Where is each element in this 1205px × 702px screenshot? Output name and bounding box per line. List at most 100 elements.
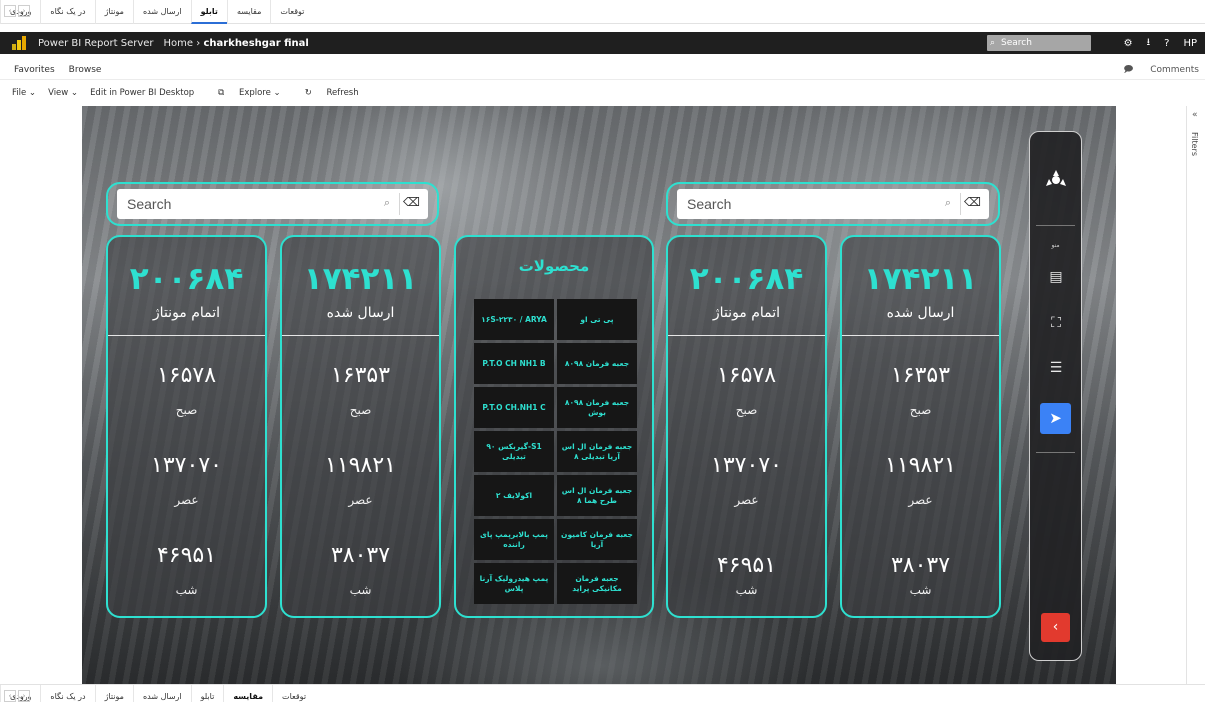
page-tab[interactable]: در یک نگاه xyxy=(40,0,94,24)
nav-favorites[interactable]: Favorites xyxy=(14,65,55,75)
kpi-total-label: اتمام مونتاژ xyxy=(712,305,781,321)
product-cell[interactable]: گیربکس ۹۰-S1 تبدیلی xyxy=(474,431,554,472)
kpi-afternoon-value: ۱۱۹۸۲۱ xyxy=(885,453,956,478)
download-icon[interactable]: ⭳ xyxy=(1147,35,1151,52)
kpi-afternoon-value: ۱۳۷۰۷۰ xyxy=(151,453,222,478)
kpi-afternoon-label: عصر xyxy=(908,493,933,507)
product-cell[interactable]: جعبه فرمان ال اس آریا تبدیلی ۸ xyxy=(557,431,637,472)
page: ‹ › توقعات مقایسه تابلو ارسال شده مونتاژ … xyxy=(0,0,1205,702)
explore-menu[interactable]: ⧉ Explore ⌄ xyxy=(206,88,281,98)
kpi-night-label: شب xyxy=(349,583,372,597)
help-icon[interactable]: ? xyxy=(1164,38,1169,49)
nav-browse[interactable]: Browse xyxy=(69,65,102,75)
page-tab[interactable]: در یک نگاه xyxy=(40,684,94,702)
next-page-icon[interactable]: › xyxy=(4,690,16,702)
scan-icon[interactable]: ⛶ xyxy=(1045,312,1067,334)
product-cell[interactable]: اکولایف ۲ xyxy=(474,475,554,516)
kpi-card-assembly-right[interactable]: ۲۰۰۶۸۴ اتمام مونتاژ ۱۶۵۷۸ صبح ۱۳۷۰۷۰ عصر… xyxy=(666,235,827,618)
product-cell[interactable]: P.T.O CH NH1 B xyxy=(474,343,554,384)
prev-page-icon[interactable]: ‹ xyxy=(18,690,30,702)
product-cell[interactable]: جعبه فرمان ۸۰۹۸ بوش xyxy=(557,387,637,428)
comment-icon: 🗩 xyxy=(1123,64,1134,75)
page-tab[interactable]: مقایسه xyxy=(226,0,270,24)
search-divider xyxy=(399,193,400,215)
explore-label: Explore ⌄ xyxy=(238,88,281,98)
kpi-total: ۱۷۴۲۱۱ xyxy=(863,261,978,297)
clipboard-icon[interactable]: ▤ xyxy=(1045,266,1067,288)
product-cell[interactable]: جعبه فرمان ال اس طرح هما ۸ xyxy=(557,475,637,516)
kpi-morning-label: صبح xyxy=(175,403,198,417)
product-cell[interactable]: پی تی او xyxy=(557,299,637,340)
filters-pane[interactable]: « Filters xyxy=(1186,106,1205,686)
collapse-icon[interactable]: « xyxy=(1192,110,1198,120)
filters-label: Filters xyxy=(1190,132,1199,156)
page-tab[interactable]: مونتاژ xyxy=(94,0,133,24)
kpi-night-value: ۳۸۰۳۷ xyxy=(890,553,951,578)
file-menu[interactable]: File ⌄ xyxy=(12,88,36,98)
breadcrumb-home[interactable]: Home xyxy=(164,38,194,49)
kpi-total-label: ارسال شده xyxy=(886,305,955,321)
kpi-morning-value: ۱۶۵۷۸ xyxy=(716,363,777,388)
page-tab[interactable]: مونتاژ xyxy=(94,684,133,702)
page-tab[interactable]: ارسال شده xyxy=(132,684,191,702)
product-cell[interactable]: P.T.O CH.NH1 C xyxy=(474,387,554,428)
send-icon[interactable]: ➤ xyxy=(1040,403,1071,434)
menu-label: منو xyxy=(1051,242,1060,249)
header-search-input[interactable]: ⌕ Search xyxy=(987,35,1091,51)
user-initials[interactable]: HP xyxy=(1183,38,1197,49)
kpi-morning-label: صبح xyxy=(909,403,932,417)
kpi-night-label: شب xyxy=(175,583,198,597)
page-tab-active[interactable]: مقایسه xyxy=(223,684,272,702)
edit-in-desktop-button[interactable]: Edit in Power BI Desktop xyxy=(90,88,194,98)
eraser-icon[interactable]: ⌫ xyxy=(964,195,981,209)
product-cell[interactable]: جعبه فرمان ۸۰۹۸ xyxy=(557,343,637,384)
comments-button[interactable]: 🗩 Comments xyxy=(1109,62,1199,78)
view-menu[interactable]: View ⌄ xyxy=(48,88,78,98)
kpi-night-label: شب xyxy=(735,583,758,597)
report-name: charkheshgar final xyxy=(203,37,309,49)
kpi-night-value: ۴۶۹۵۱ xyxy=(156,543,217,568)
page-tab[interactable]: توقعات xyxy=(272,684,315,702)
prev-page-icon[interactable]: ‹ xyxy=(18,5,30,17)
kpi-card-assembly-left[interactable]: ۲۰۰۶۸۴ اتمام مونتاژ ۱۶۵۷۸ صبح ۱۳۷۰۷۰ عصر… xyxy=(106,235,267,618)
page-tab-active[interactable]: تابلو xyxy=(190,0,227,24)
page-tab-arrows[interactable]: ‹ › xyxy=(4,690,30,702)
refresh-label: Refresh xyxy=(326,88,359,98)
search-icon: ⌕ xyxy=(990,38,996,48)
canvas-margin xyxy=(1116,106,1183,686)
power-bi-logo-icon[interactable] xyxy=(12,36,26,50)
product-cell[interactable]: جعبه فرمان مکانیکی پراید xyxy=(557,563,637,604)
breadcrumb-separator: › xyxy=(196,37,201,49)
search-icon[interactable]: ⌕ xyxy=(945,196,951,210)
search-input[interactable] xyxy=(677,189,937,219)
app-header: Power BI Report Server Home › charkheshg… xyxy=(0,32,1205,54)
search-icon[interactable]: ⌕ xyxy=(384,196,390,210)
page-tab[interactable]: تابلو xyxy=(190,684,224,702)
kpi-total: ۲۰۰۶۸۴ xyxy=(689,261,804,297)
product-cell[interactable]: پمپ هیدرولیک آرنا پلاس xyxy=(474,563,554,604)
next-page-icon[interactable]: › xyxy=(4,5,16,17)
app-title[interactable]: Power BI Report Server xyxy=(38,38,154,49)
page-tab-arrows[interactable]: ‹ › xyxy=(4,5,30,17)
product-cell[interactable]: ۱۶S-۲۲۳۰ / ARYA xyxy=(474,299,554,340)
kpi-card-sent-right[interactable]: ۱۷۴۲۱۱ ارسال شده ۱۶۳۵۳ صبح ۱۱۹۸۲۱ عصر ۳۸… xyxy=(840,235,1001,618)
checklist-icon[interactable]: ☰ xyxy=(1045,357,1067,379)
eraser-icon[interactable]: ⌫ xyxy=(403,195,420,209)
card-divider xyxy=(668,335,825,336)
kpi-night-label: شب xyxy=(909,583,932,597)
refresh-icon: ↻ xyxy=(304,88,312,98)
kpi-card-sent-left[interactable]: ۱۷۴۲۱۱ ارسال شده ۱۶۳۵۳ صبح ۱۱۹۸۲۱ عصر ۳۸… xyxy=(280,235,441,618)
page-tab[interactable]: توقعات xyxy=(270,0,313,24)
company-logo-icon xyxy=(1046,170,1066,186)
settings-icon[interactable]: ⚙ xyxy=(1124,38,1133,49)
kpi-night-value: ۳۸۰۳۷ xyxy=(330,543,391,568)
product-cell[interactable]: جعبه فرمان کامیون آریا xyxy=(557,519,637,560)
back-arrow-icon[interactable]: ‹ xyxy=(1041,613,1070,642)
search-input[interactable] xyxy=(117,189,377,219)
card-divider xyxy=(282,335,439,336)
header-icons: ⚙ ⭳ ? HP xyxy=(1124,32,1197,54)
page-tab[interactable]: ارسال شده xyxy=(132,0,191,24)
product-cell[interactable]: پمپ بالابرپمپ پای راننده xyxy=(474,519,554,560)
refresh-button[interactable]: ↻ Refresh xyxy=(293,88,359,98)
products-grid: ۱۶S-۲۲۳۰ / ARYA پی تی او P.T.O CH NH1 B … xyxy=(474,299,637,604)
